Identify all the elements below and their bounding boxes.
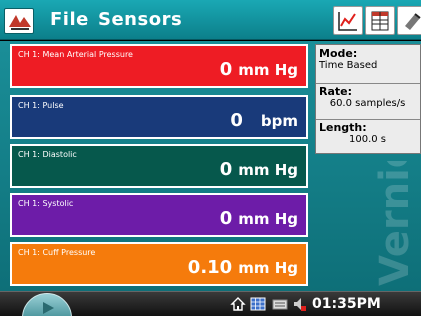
menu-file[interactable]: File (50, 9, 89, 30)
meter-pulse[interactable]: CH 1: Pulse 0 bpm (10, 95, 308, 139)
divider (316, 119, 420, 120)
mode-section: Mode: Time Based (316, 47, 421, 71)
meter-value: 0 bpm (230, 110, 298, 131)
meter-mean-arterial-pressure[interactable]: CH 1: Mean Arterial Pressure 0 mm Hg (10, 44, 308, 88)
meter-value: 0 mm Hg (219, 159, 298, 180)
table-view-icon (371, 11, 389, 31)
play-icon (43, 302, 54, 314)
length-section: Length: 100.0 s (316, 121, 421, 145)
meter-systolic[interactable]: CH 1: Systolic 0 mm Hg (10, 193, 308, 237)
graph-view-icon (338, 12, 357, 31)
table-view-button[interactable] (365, 6, 395, 35)
notes-view-button[interactable] (397, 6, 421, 35)
rate-label: Rate: (319, 85, 353, 98)
meter-diastolic[interactable]: CH 1: Diastolic 0 mm Hg (10, 144, 308, 188)
taskbar: 01:35PM (0, 291, 421, 316)
top-bar: File Sensors (0, 0, 421, 40)
meter-cuff-pressure[interactable]: CH 1: Cuff Pressure 0.10 mm Hg (10, 242, 308, 286)
meter-label: CH 1: Mean Arterial Pressure (18, 50, 133, 59)
clock: 01:35PM (312, 296, 381, 312)
menu-sensors[interactable]: Sensors (98, 9, 182, 30)
length-label: Length: (319, 121, 367, 134)
meter-value: 0 mm Hg (219, 208, 298, 229)
vernier-watermark: Vernier (372, 161, 418, 286)
home-icon[interactable] (230, 296, 246, 312)
mode-label: Mode: (319, 47, 358, 60)
meter-label: CH 1: Pulse (18, 101, 64, 110)
rate-section: Rate: 60.0 samples/s (316, 85, 421, 109)
data-collection-info[interactable]: Mode: Time Based Rate: 60.0 samples/s Le… (315, 44, 421, 154)
grid-icon[interactable] (250, 296, 266, 312)
meter-value: 0.10 mm Hg (187, 257, 298, 278)
keyboard-icon[interactable] (272, 296, 288, 312)
meter-label: CH 1: Cuff Pressure (18, 248, 96, 257)
meter-label: CH 1: Systolic (18, 199, 74, 208)
divider (316, 83, 420, 84)
start-collection-button[interactable] (22, 293, 72, 316)
length-value: 100.0 s (348, 134, 387, 145)
notes-view-icon (405, 13, 421, 30)
graph-view-button[interactable] (333, 6, 363, 35)
volume-icon[interactable] (292, 296, 308, 312)
rate-value: 60.0 samples/s (329, 98, 406, 109)
mode-value: Time Based (319, 60, 378, 71)
main-panel: CH 1: Mean Arterial Pressure 0 mm Hg CH 1… (0, 41, 421, 291)
meter-label: CH 1: Diastolic (18, 150, 77, 159)
app-logo-icon[interactable] (4, 8, 34, 34)
meter-value: 0 mm Hg (219, 59, 298, 80)
